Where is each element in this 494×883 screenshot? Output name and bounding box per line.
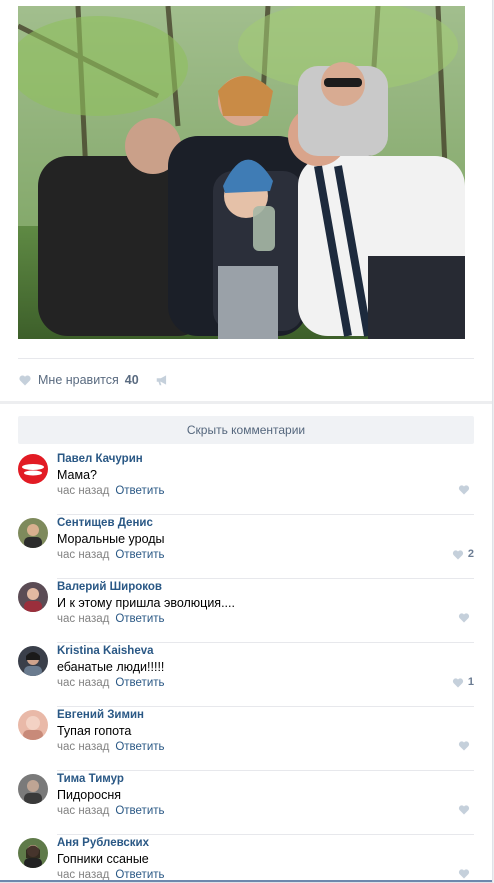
comment-like[interactable]	[458, 740, 474, 751]
comment-item: Тима Тимур Пидоросня час назад Ответить	[18, 772, 474, 835]
comment-meta: час назад Ответить	[57, 485, 165, 497]
avatar-image	[18, 518, 48, 548]
like-button-label[interactable]: Мне нравится	[38, 373, 119, 387]
reply-button[interactable]: Ответить	[115, 549, 164, 561]
comment-like[interactable]	[458, 612, 474, 623]
divider	[18, 358, 474, 359]
comment-text: Мама?	[57, 468, 98, 482]
comment-time[interactable]: час назад	[57, 613, 109, 625]
comment-meta: час назад Ответить	[57, 677, 165, 689]
divider	[57, 770, 474, 771]
comment-author[interactable]: Аня Рублевских	[57, 837, 149, 849]
comment-author[interactable]: Евгений Зимин	[57, 709, 144, 721]
avatar[interactable]	[18, 582, 48, 612]
divider	[57, 834, 474, 835]
avatar-image	[18, 454, 48, 484]
megaphone-icon[interactable]	[155, 374, 169, 386]
heart-icon[interactable]	[458, 740, 470, 751]
avatar[interactable]	[18, 646, 48, 676]
comment-like[interactable]	[458, 484, 474, 495]
post-actions: Мне нравится 40	[18, 370, 169, 390]
comment-item: Аня Рублевских Гопники ссаные час назад О…	[18, 836, 474, 882]
comment-item: Валерий Широков И к этому пришла эволюци…	[18, 580, 474, 643]
comment-author[interactable]: Павел Качурин	[57, 453, 143, 465]
comment-meta: час назад Ответить	[57, 805, 165, 817]
comment-text: ебанатые люди!!!!!	[57, 660, 165, 674]
bottom-bar	[0, 880, 492, 882]
reply-button[interactable]: Ответить	[115, 741, 164, 753]
comment-text: Моральные уроды	[57, 532, 165, 546]
comment-meta: час назад Ответить	[57, 741, 165, 753]
reply-button[interactable]: Ответить	[115, 613, 164, 625]
reply-button[interactable]: Ответить	[115, 805, 164, 817]
avatar-image	[18, 710, 48, 740]
comment-like[interactable]: 2	[452, 548, 474, 560]
avatar-image	[18, 838, 48, 868]
comment-time[interactable]: час назад	[57, 741, 109, 753]
comment-like-count: 2	[467, 548, 474, 560]
post-photo[interactable]	[18, 6, 465, 339]
avatar[interactable]	[18, 774, 48, 804]
divider	[57, 642, 474, 643]
avatar-image	[18, 646, 48, 676]
reply-button[interactable]: Ответить	[115, 677, 164, 689]
avatar[interactable]	[18, 454, 48, 484]
heart-icon[interactable]	[458, 612, 470, 623]
comment-text: Пидоросня	[57, 788, 122, 802]
comment-like[interactable]	[458, 804, 474, 815]
avatar-image	[18, 582, 48, 612]
comment-meta: час назад Ответить	[57, 549, 165, 561]
section-divider	[0, 401, 492, 404]
heart-icon[interactable]	[458, 484, 470, 495]
comment-time[interactable]: час назад	[57, 677, 109, 689]
comment-item: Евгений Зимин Тупая гопота час назад Отве…	[18, 708, 474, 771]
divider	[57, 706, 474, 707]
comment-author[interactable]: Сентищев Денис	[57, 517, 153, 529]
avatar[interactable]	[18, 838, 48, 868]
comment-like-count: 1	[467, 676, 474, 688]
comment-author[interactable]: Валерий Широков	[57, 581, 162, 593]
comment-author[interactable]: Kristina Kaisheva	[57, 645, 154, 657]
comment-text: Тупая гопота	[57, 724, 132, 738]
heart-icon[interactable]	[452, 677, 464, 688]
comment-time[interactable]: час назад	[57, 485, 109, 497]
comment-item: Kristina Kaisheva ебанатые люди!!!!! час…	[18, 644, 474, 707]
heart-icon[interactable]	[452, 549, 464, 560]
heart-icon[interactable]	[458, 804, 470, 815]
comment-like[interactable]	[458, 868, 474, 879]
hide-comments-button[interactable]: Скрыть комментарии	[18, 416, 474, 444]
heart-icon[interactable]	[18, 374, 32, 386]
comment-time[interactable]: час назад	[57, 805, 109, 817]
like-count[interactable]: 40	[125, 373, 139, 387]
avatar[interactable]	[18, 710, 48, 740]
divider	[57, 578, 474, 579]
divider	[57, 514, 474, 515]
comment-text: И к этому пришла эволюция....	[57, 596, 235, 610]
avatar-image	[18, 774, 48, 804]
comment-meta: час назад Ответить	[57, 613, 165, 625]
comment-like[interactable]: 1	[452, 676, 474, 688]
photo-image	[18, 6, 465, 339]
heart-icon[interactable]	[458, 868, 470, 879]
avatar[interactable]	[18, 518, 48, 548]
comment-item: Павел Качурин Мама? час назад Ответить	[18, 452, 474, 515]
comment-author[interactable]: Тима Тимур	[57, 773, 124, 785]
reply-button[interactable]: Ответить	[115, 485, 164, 497]
post-card: Мне нравится 40 Скрыть комментарии Павел…	[0, 0, 493, 883]
comment-item: Сентищев Денис Моральные уроды час назад…	[18, 516, 474, 579]
comment-text: Гопники ссаные	[57, 852, 149, 866]
comment-time[interactable]: час назад	[57, 549, 109, 561]
